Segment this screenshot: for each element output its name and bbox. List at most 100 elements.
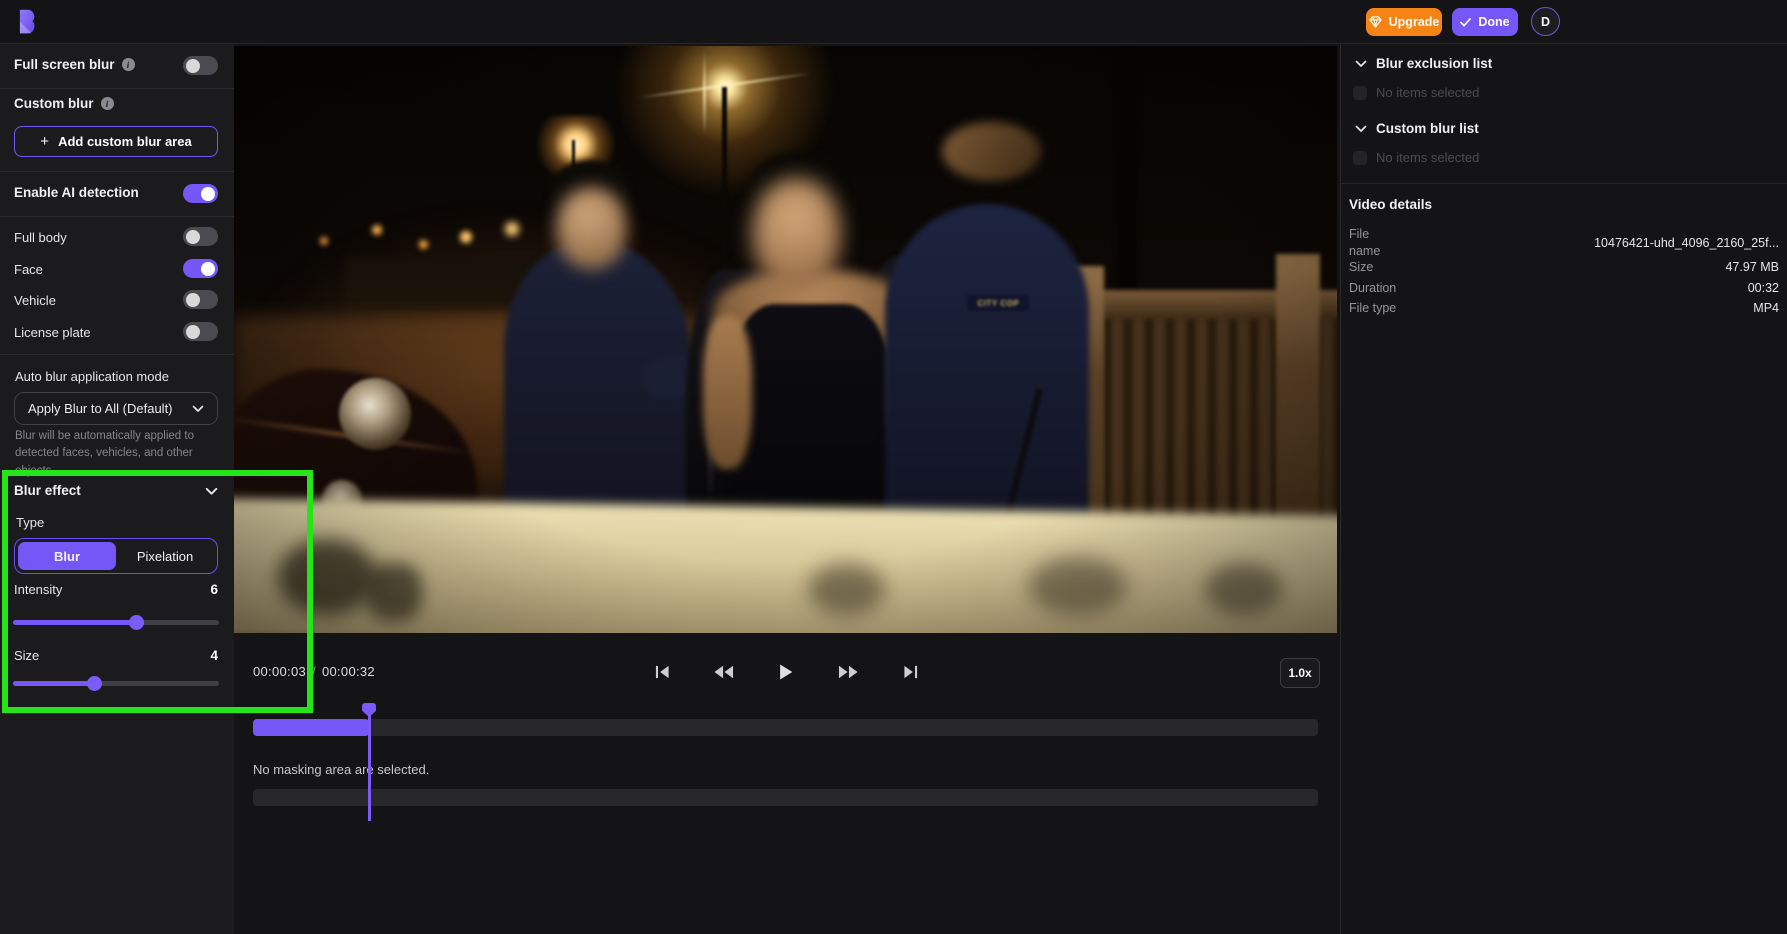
timeline-track[interactable] [253,719,1318,736]
full-body-label: Full body [14,230,67,245]
divider [0,216,234,217]
toggle-knob [186,325,200,339]
upgrade-button[interactable]: Upgrade [1366,8,1442,36]
app-window: Upgrade Done D Full screen blur i Custom… [0,0,1787,934]
tab-blur[interactable]: Blur [18,542,116,570]
intensity-slider[interactable] [13,614,219,630]
slider-thumb[interactable] [87,676,102,691]
slider-fill [13,620,137,625]
fast-forward-button[interactable] [834,661,862,683]
total-time: 00:00:32 [322,664,375,679]
user-avatar[interactable]: D [1531,7,1560,36]
size-slider[interactable] [13,675,219,691]
file-name-label: File name [1349,226,1401,260]
speed-label: 1.0x [1288,666,1311,680]
skip-end-button[interactable] [896,661,924,683]
size-detail-value: 47.97 MB [1725,260,1779,274]
rewind-button[interactable] [710,661,738,683]
tab-pixelation[interactable]: Pixelation [116,542,214,570]
blur-effect-header: Blur effect [14,483,81,498]
license-plate-label: License plate [14,325,91,340]
plus-icon: + [40,133,49,150]
toggle-knob [186,293,200,307]
slider-thumb[interactable] [129,615,144,630]
toggle-knob [201,262,215,276]
blur-type-segmented-control: Blur Pixelation [14,538,218,574]
skip-start-button[interactable] [648,661,676,683]
custom-blur-list-title: Custom blur list [1376,121,1479,136]
playhead-handle[interactable] [362,703,376,717]
file-type-label: File type [1349,300,1396,317]
upgrade-label: Upgrade [1389,15,1440,29]
time-display: 00:00:03 / 00:00:32 [253,664,375,679]
play-button[interactable] [772,661,800,683]
chevron-down-icon [1355,125,1367,133]
video-details-title: Video details [1349,197,1432,212]
done-button[interactable]: Done [1452,8,1518,36]
auto-blur-mode-value: Apply Blur to All (Default) [28,401,173,416]
add-custom-blur-area-label: Add custom blur area [58,134,192,149]
vehicle-label: Vehicle [14,293,56,308]
playback-speed-button[interactable]: 1.0x [1280,658,1320,688]
check-icon [1460,18,1471,27]
time-separator: / [312,664,316,679]
blur-exclusion-list-header[interactable]: Blur exclusion list [1355,56,1492,71]
slider-fill [13,681,95,686]
checkbox-icon[interactable] [1353,151,1367,165]
video-details-file-type-row: File type MP4 [1349,300,1779,317]
info-icon[interactable]: i [122,58,135,71]
size-row: Size 4 [14,646,218,664]
top-bar: Upgrade Done D [0,0,1787,44]
toggle-knob [201,187,215,201]
play-icon [779,664,793,680]
gem-icon [1369,16,1382,28]
custom-blur-empty-label: No items selected [1376,150,1479,165]
timeline-progress [253,719,369,736]
full-body-toggle[interactable] [183,227,218,246]
enable-ai-detection-label: Enable AI detection [14,185,139,200]
blur-exclusion-empty-row: No items selected [1353,85,1479,100]
full-screen-blur-label: Full screen blur i [14,57,135,72]
avatar-letter: D [1541,15,1550,29]
auto-blur-mode-label: Auto blur application mode [15,369,169,384]
vehicle-toggle[interactable] [183,290,218,309]
blur-exclusion-empty-label: No items selected [1376,85,1479,100]
intensity-label: Intensity [14,582,62,597]
current-time: 00:00:03 [253,664,306,679]
enable-ai-detection-toggle[interactable] [183,184,218,203]
duration-value: 00:32 [1748,281,1779,295]
transport-controls [648,661,924,683]
chevron-down-icon [1355,60,1367,68]
masking-track[interactable] [253,789,1318,806]
divider [0,171,234,172]
divider [1341,183,1787,184]
face-toggle[interactable] [183,259,218,278]
full-screen-blur-toggle[interactable] [183,56,218,75]
chevron-down-icon[interactable] [205,487,218,496]
toggle-knob [186,59,200,73]
skip-start-icon [655,665,670,679]
add-custom-blur-area-button[interactable]: + Add custom blur area [14,126,218,157]
auto-blur-mode-select[interactable]: Apply Blur to All (Default) [14,392,218,425]
checkbox-icon[interactable] [1353,86,1367,100]
video-details-duration-row: Duration 00:32 [1349,280,1779,297]
custom-blur-label: Custom blur i [14,96,114,111]
done-label: Done [1478,15,1509,29]
scene-vignette [234,46,1337,633]
intensity-row: Intensity 6 [14,580,218,598]
license-plate-toggle[interactable] [183,322,218,341]
app-logo-icon[interactable] [14,8,41,35]
auto-blur-mode-description: Blur will be automatically applied to de… [15,428,215,480]
video-details-size-row: Size 47.97 MB [1349,259,1779,276]
intensity-value: 6 [210,582,218,597]
custom-blur-list-header[interactable]: Custom blur list [1355,121,1479,136]
info-icon[interactable]: i [101,97,114,110]
toggle-knob [186,230,200,244]
face-label: Face [14,262,43,277]
blur-exclusion-list-title: Blur exclusion list [1376,56,1492,71]
rewind-icon [714,665,734,679]
video-preview[interactable]: CITY COP [234,46,1337,633]
size-label: Size [14,648,39,663]
size-value: 4 [210,648,218,663]
size-detail-label: Size [1349,259,1373,276]
